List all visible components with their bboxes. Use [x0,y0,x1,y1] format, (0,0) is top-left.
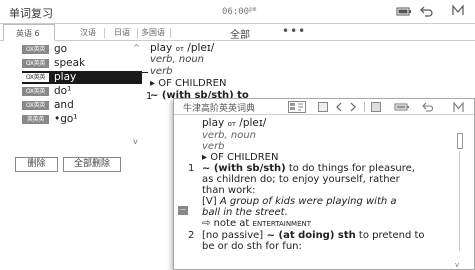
sense-definition: to do things for pleasure, [285,163,415,174]
word-text: go [54,43,68,55]
delete-button[interactable]: 删除 [15,157,58,172]
list-item-selected[interactable]: OX英英 play [22,71,142,84]
list-item[interactable]: OX英英 speak [22,57,142,70]
tab-chinese[interactable]: 汉语 [80,27,96,38]
list-item[interactable]: OX英英 and [22,99,142,112]
sense-pattern: ~ (with sb/sth) [202,163,286,174]
pos-verb: verb [202,141,225,152]
word-text: speak [54,57,86,69]
tab-divider [170,28,171,38]
tab-divider [104,28,105,38]
headword: play [202,117,225,129]
scroll-down-icon[interactable]: v [455,261,459,269]
battery-icon [394,101,410,113]
tab-divider [137,28,138,38]
filter-all[interactable]: 全部 [230,26,250,41]
sense-2-line-2: be or do sth for fun: [202,241,302,252]
tab-multilingual[interactable]: 多国语 [141,27,165,38]
scroll-down-icon[interactable]: v [133,137,138,146]
language-tabs: 英语 6 汉语 日语 多国语 全部 ••• [0,24,475,41]
dict-badge: OX英英 [22,59,49,68]
sense-2-line-1: [no passive] ~ (at doing) sth to pretend… [188,230,456,241]
grammar-label: [no passive] [202,230,264,241]
sense-definition: to pretend to [355,230,425,241]
menu-m-icon[interactable] [453,101,464,113]
sense-number: 1 [188,163,195,174]
sense-1-line-1: ~ (with sb/sth) to do things for pleasur… [188,163,456,174]
clock-time: 06:00 [222,7,250,17]
word-text: and [54,99,74,111]
copy-icon[interactable] [318,102,328,112]
dictionary-popup: 牛津高阶英英词典 play ᴏᴛ /pleɪ/ verb, noun verb … [173,98,475,270]
headword-line: play ᴏᴛ /pleɪ/ [150,42,320,54]
popup-title: 牛津高阶英英词典 [183,104,256,114]
pronunciation: /pleɪ/ [187,42,215,54]
sense-number: 1 [146,91,153,102]
dict-badge: OX英英 [22,87,49,96]
definition-preview: play ᴏᴛ /pleɪ/ verb, noun verb ▸ OF CHIL… [140,42,320,102]
bookmark-icon[interactable] [371,102,381,112]
headword-line: play ᴏᴛ /pleɪ/ [188,118,456,130]
divider [364,102,366,112]
dash-marker [140,72,148,73]
dict-badge: OX英英 [22,45,49,54]
tab-japanese[interactable]: 日语 [114,27,130,38]
menu-m-icon[interactable] [452,3,464,17]
more-button[interactable]: ••• [282,24,306,38]
scrollbar-track[interactable] [459,151,460,251]
scroll-up-icon[interactable]: ^ [133,43,140,52]
note-text: note at [210,218,253,229]
dict-badge: 英英英 [22,115,49,124]
word-list: OX英英 go OX英英 speak OX英英 play OX英英 do¹ OX… [22,43,142,127]
battery-icon [396,4,412,18]
children-header: ▸ OF CHILDREN [150,78,227,89]
back-icon[interactable] [422,101,434,113]
word-text: do¹ [54,85,72,97]
window-title: 单词复习 [9,7,53,20]
word-text: play [54,71,77,83]
pos-line: verb, noun [150,54,205,65]
grammar-label: [V] [202,196,217,207]
children-header: ▸ OF CHILDREN [202,152,279,163]
section-marker[interactable]: 一 [178,206,188,215]
list-item[interactable]: 英英英 •go¹ [22,113,142,126]
cross-reference[interactable]: ⇨ note at ENTERTAINMENT [188,218,456,230]
word-text: •go¹ [54,113,78,125]
pos-verb: verb [150,66,173,77]
sense-1-line-2: as children do; to enjoy yourself, rathe… [202,174,400,185]
pos-line: verb, noun [202,130,257,141]
next-arrow-icon[interactable] [350,102,356,112]
note-ref: ENTERTAINMENT [252,220,312,228]
sense-2: 2 [no passive] ~ (at doing) sth to prete… [188,230,456,252]
back-icon[interactable] [420,4,434,18]
dictionary-switch-icon[interactable] [288,101,306,113]
popup-titlebar: 牛津高阶英英词典 [174,99,474,115]
dict-badge: OX英英 [22,73,49,82]
pronunciation: /pleɪ/ [239,117,267,129]
example-text: A group of kids were playing with a [216,196,397,207]
dict-badge: OX英英 [22,101,49,110]
headword: play [150,42,173,54]
sense-pattern: ~ (at doing) sth [263,230,356,241]
delete-all-button[interactable]: 全部删除 [63,157,121,172]
sense-1-line-3: than work: [202,185,256,196]
example-line-2: ball in the street. [202,207,288,218]
example-line-1: [V] A group of kids were playing with a [188,196,456,207]
sense-number: 2 [188,230,195,241]
oxford-mark: ᴏᴛ [175,45,184,53]
scrollbar-thumb[interactable] [457,133,463,149]
list-item[interactable]: OX英英 do¹ [22,85,142,98]
tab-english[interactable]: 英语 6 [3,24,55,41]
dictionary-entry: play ᴏᴛ /pleɪ/ verb, noun verb ▸ OF CHIL… [188,118,456,253]
oxford-mark: ᴏᴛ [227,120,236,128]
clock-ampm: pm [249,6,257,13]
sense-1: 1 ~ (with sb/sth) to do things for pleas… [188,163,456,230]
prev-arrow-icon[interactable] [336,102,342,112]
clock: 06:00pm [222,6,256,17]
list-item[interactable]: OX英英 go [22,43,142,56]
titlebar: 单词复习 06:00pm [0,0,475,24]
